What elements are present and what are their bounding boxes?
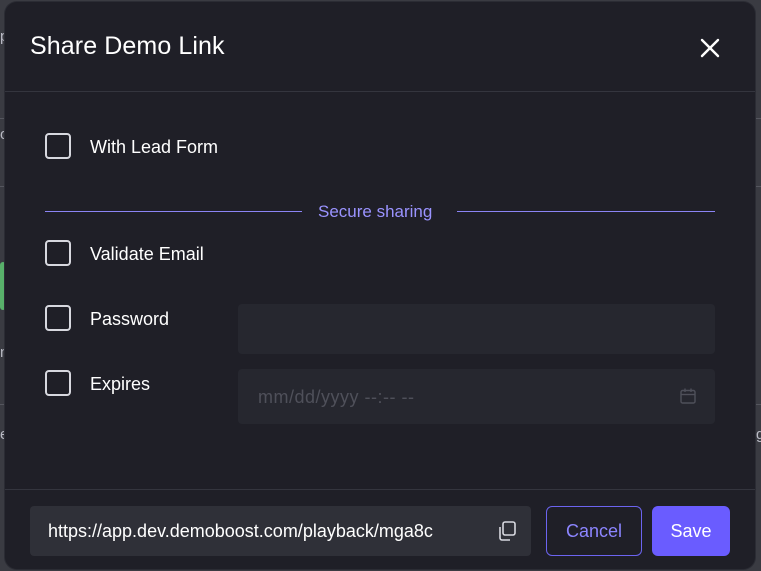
secure-sharing-divider: Secure sharing — [45, 199, 715, 221]
save-button[interactable]: Save — [652, 506, 730, 556]
dialog-title: Share Demo Link — [30, 32, 225, 60]
expires-label: Expires — [90, 374, 151, 394]
validate-email-label: Validate Email — [90, 244, 204, 264]
dialog-header: Share Demo Link — [5, 2, 755, 92]
dialog-footer: https://app.dev.demoboost.com/playback/m… — [5, 489, 755, 570]
close-icon — [700, 38, 720, 58]
expires-date-input[interactable]: mm/dd/yyyy --:-- -- — [238, 369, 715, 424]
share-url-field[interactable]: https://app.dev.demoboost.com/playback/m… — [30, 506, 531, 556]
validate-email-checkbox[interactable] — [45, 240, 71, 266]
lead-form-checkbox[interactable] — [45, 133, 71, 159]
lead-form-label: With Lead Form — [90, 137, 219, 157]
password-label: Password — [90, 309, 170, 329]
password-input[interactable] — [238, 304, 715, 354]
divider-line — [45, 211, 302, 212]
cancel-button[interactable]: Cancel — [546, 506, 642, 556]
expires-checkbox[interactable] — [45, 370, 71, 396]
section-label: Secure sharing — [318, 202, 433, 221]
divider-line — [457, 211, 715, 212]
close-button[interactable] — [695, 33, 725, 63]
share-demo-link-dialog: Share Demo Link With Lead Form Secure sh… — [5, 2, 755, 569]
date-placeholder: mm/dd/yyyy --:-- -- — [258, 387, 415, 407]
copy-icon[interactable] — [495, 519, 519, 543]
background-text: g — [756, 426, 761, 443]
calendar-icon[interactable] — [679, 387, 697, 405]
password-checkbox[interactable] — [45, 305, 71, 331]
share-url-text[interactable]: https://app.dev.demoboost.com/playback/m… — [48, 521, 488, 542]
